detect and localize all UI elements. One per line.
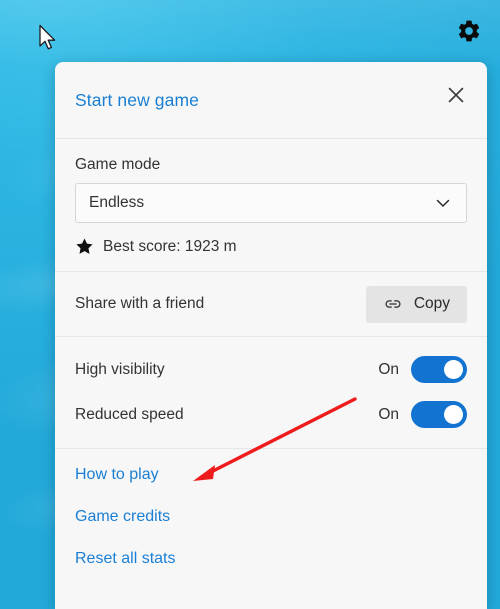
best-score-text: Best score: 1923 m	[103, 237, 237, 255]
reduced-speed-state: On	[378, 405, 399, 423]
copy-link-button[interactable]: Copy	[365, 285, 467, 323]
high-visibility-label: High visibility	[75, 360, 165, 378]
game-mode-label: Game mode	[75, 156, 161, 173]
reduced-speed-row: Reduced speed On	[55, 395, 487, 434]
toggle-knob	[444, 360, 463, 379]
game-mode-select[interactable]: Endless	[75, 183, 467, 223]
reduced-speed-control: On	[378, 401, 467, 428]
how-to-play-link[interactable]: How to play	[75, 449, 467, 495]
high-visibility-toggle[interactable]	[411, 356, 467, 383]
settings-panel: Start new game Game mode Endless Best sc…	[55, 62, 487, 609]
gear-icon	[458, 20, 480, 42]
chevron-down-icon	[436, 199, 450, 207]
game-credits-link[interactable]: Game credits	[75, 495, 467, 537]
game-mode-selected-value: Endless	[89, 194, 145, 211]
high-visibility-row: High visibility On	[55, 350, 487, 389]
reduced-speed-toggle[interactable]	[411, 401, 467, 428]
start-new-game-link[interactable]: Start new game	[75, 90, 199, 111]
reduced-speed-label: Reduced speed	[75, 405, 184, 423]
high-visibility-state: On	[378, 360, 399, 378]
close-panel-button[interactable]	[437, 78, 475, 112]
copy-button-label: Copy	[413, 295, 450, 312]
toggle-knob	[444, 405, 463, 424]
best-score-row: Best score: 1923 m	[55, 223, 487, 271]
close-icon	[448, 87, 464, 103]
share-row: Share with a friend Copy	[55, 272, 487, 336]
panel-header: Start new game	[55, 62, 487, 138]
reset-all-stats-link[interactable]: Reset all stats	[75, 537, 467, 579]
settings-gear-button[interactable]	[454, 16, 484, 46]
link-icon	[385, 300, 401, 308]
divider-share	[55, 336, 487, 337]
panel-links: How to play Game credits Reset all stats	[55, 449, 487, 579]
background-top-shade	[0, 0, 500, 70]
high-visibility-control: On	[378, 356, 467, 383]
game-mode-section: Game mode Endless	[55, 139, 487, 223]
star-icon	[76, 238, 93, 254]
app-screen: Start new game Game mode Endless Best sc…	[0, 0, 500, 609]
share-label: Share with a friend	[75, 295, 205, 312]
